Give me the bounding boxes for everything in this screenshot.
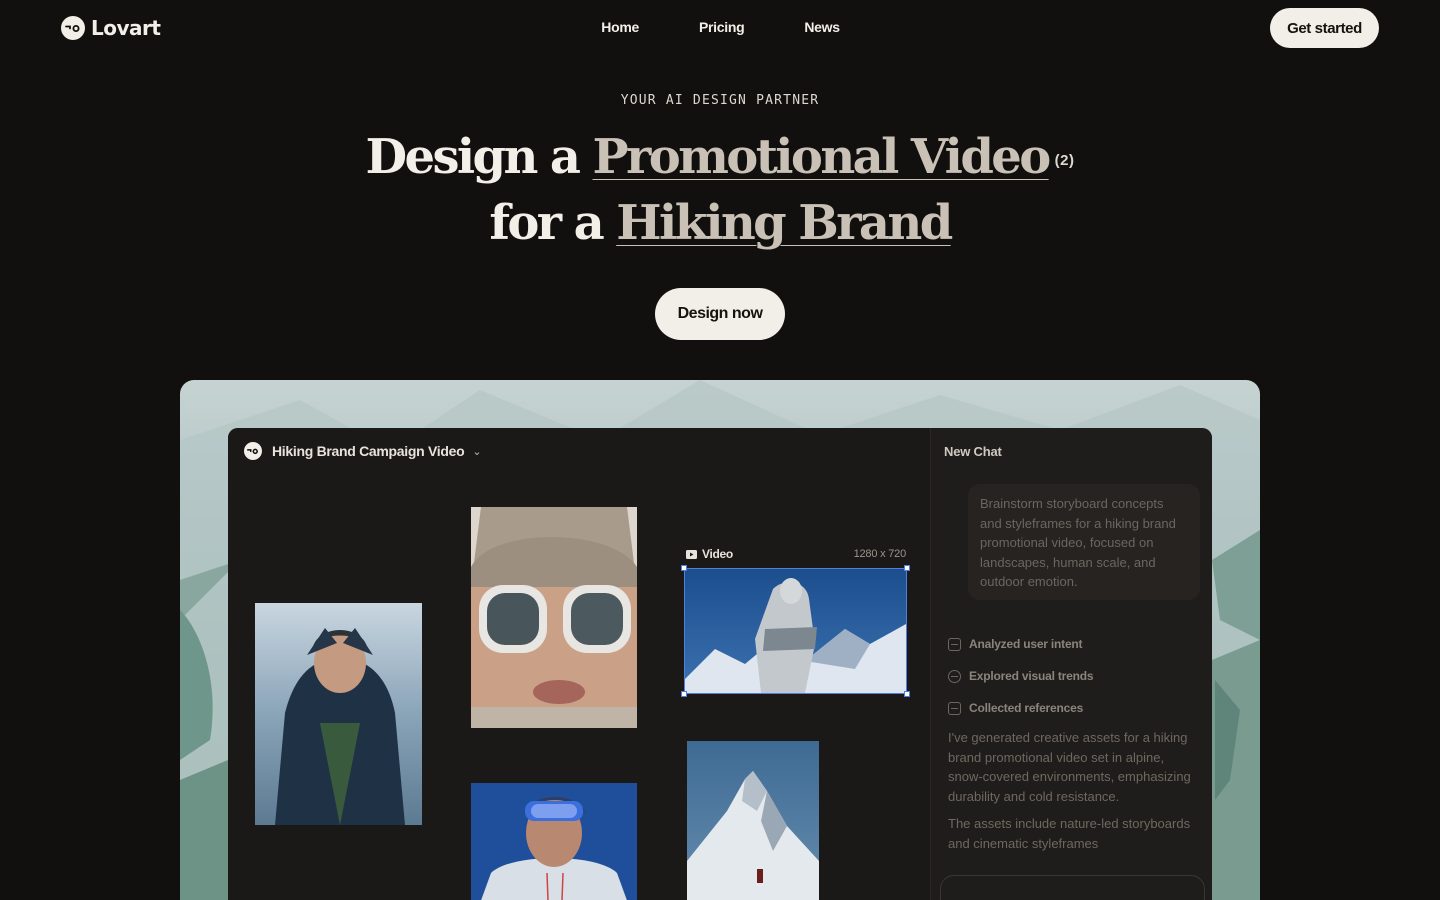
headline-line1-prefix: Design a [365,129,593,185]
agent-steps: Analyzed user intent Explored visual tre… [948,628,1094,724]
nav-link-home[interactable]: Home [601,19,639,35]
collection-icon [948,701,961,715]
nav-link-news[interactable]: News [804,19,840,35]
document-icon [948,637,961,651]
headline-count: (2) [1054,152,1075,169]
canvas-video-selected[interactable] [681,565,910,697]
design-canvas[interactable]: Hiking Brand Campaign Video ⌄ Video 1280… [228,428,930,900]
project-selector[interactable]: Hiking Brand Campaign Video ⌄ [244,442,482,460]
design-app-window: Hiking Brand Campaign Video ⌄ Video 1280… [228,428,1212,900]
nav-link-pricing[interactable]: Pricing [699,19,745,35]
resize-handle-top-right[interactable] [904,565,910,571]
resize-handle-bottom-left[interactable] [681,691,687,697]
headline-line2: for a Hiking Brand [489,195,953,251]
step-label: Analyzed user intent [969,637,1083,651]
main-nav: Home Pricing News [0,19,1440,35]
headline-highlight-video[interactable]: Promotional Video [593,129,1052,185]
video-icon [686,549,697,559]
resize-handle-bottom-right[interactable] [904,691,910,697]
user-prompt-bubble: Brainstorm storyboard concepts and style… [968,484,1200,600]
product-showcase: Hiking Brand Campaign Video ⌄ Video 1280… [180,380,1260,900]
resize-handle-top-left[interactable] [681,565,687,571]
step-analyzed-intent[interactable]: Analyzed user intent [948,628,1093,660]
headline-line2-prefix: for a [489,195,617,251]
step-label: Explored visual trends [969,669,1094,683]
globe-icon [948,669,961,683]
video-label-text: Video [702,547,733,561]
reply-paragraph: I've generated creative assets for a hik… [948,730,1191,804]
step-explored-trends[interactable]: Explored visual trends [948,660,1094,692]
canvas-image-snow-peak[interactable] [687,741,819,900]
step-collected-references[interactable]: Collected references [948,692,1093,724]
get-started-button[interactable]: Get started [1270,8,1379,48]
chat-input[interactable] [940,875,1205,900]
headline-highlight-brand[interactable]: Hiking Brand [616,195,953,251]
reply-paragraph: The assets include nature-led storyboard… [948,816,1191,851]
chat-title: New Chat [944,444,1002,459]
hero-headline: Design a Promotional Video (2) for a Hiki… [0,124,1440,256]
chevron-down-icon[interactable]: ⌄ [472,445,481,458]
step-label: Collected references [969,701,1084,715]
design-now-button[interactable]: Design now [655,288,785,340]
canvas-image-goggles-portrait[interactable] [471,507,637,728]
headline-line1: Design a Promotional Video (2) [366,129,1075,185]
project-logo-icon [244,442,262,460]
assistant-reply: I've generated creative assets for a hik… [948,728,1193,861]
canvas-image-hiker-man[interactable] [255,603,422,825]
canvas-image-blue-goggles[interactable] [471,783,637,900]
project-title: Hiking Brand Campaign Video [272,443,465,459]
video-dimensions: 1280 x 720 [853,548,907,560]
chat-panel: New Chat Brainstorm storyboard concepts … [930,428,1212,900]
hero-eyebrow: YOUR AI DESIGN PARTNER [620,93,820,108]
video-label: Video [686,547,733,561]
